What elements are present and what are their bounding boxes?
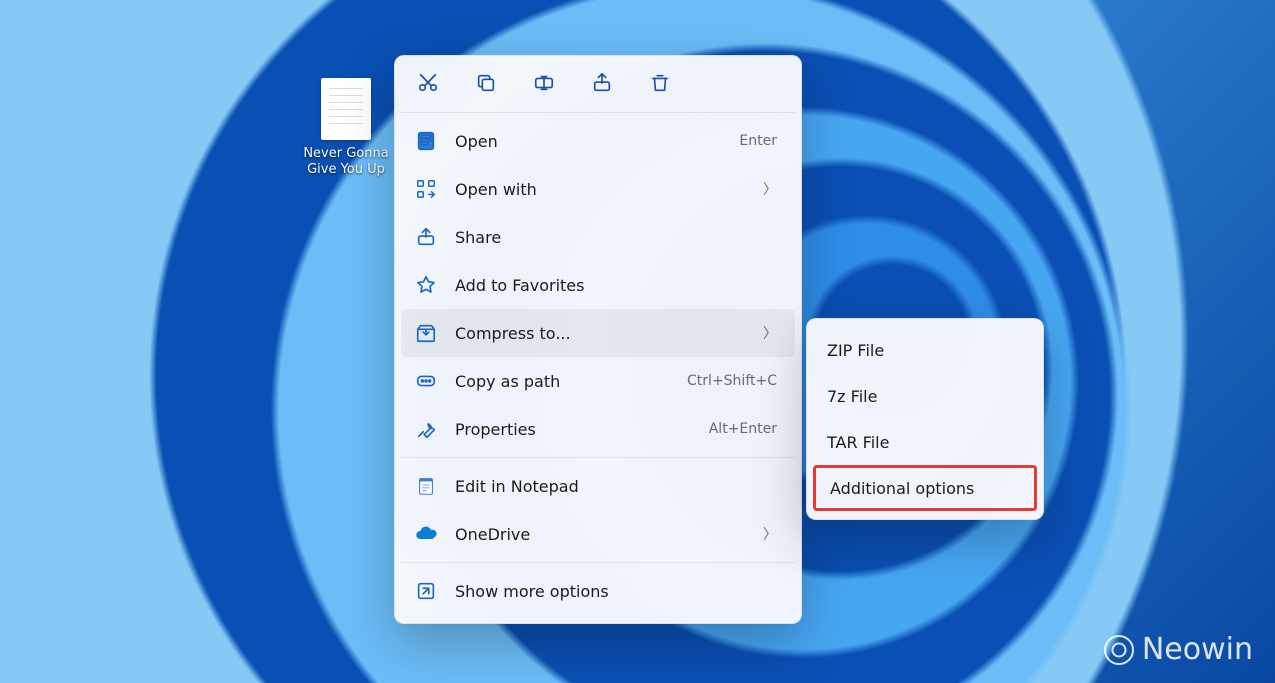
copy-icon bbox=[475, 72, 497, 94]
menu-open[interactable]: Open Enter bbox=[401, 117, 795, 165]
menu-edit-notepad[interactable]: Edit in Notepad bbox=[401, 462, 795, 510]
copy-button[interactable] bbox=[473, 70, 499, 96]
menu-compress-label: Compress to... bbox=[455, 324, 755, 343]
menu-onedrive-label: OneDrive bbox=[455, 525, 755, 544]
chevron-right-icon: 〉 bbox=[763, 179, 777, 199]
menu-copy-path-shortcut: Ctrl+Shift+C bbox=[687, 373, 777, 389]
compress-icon bbox=[413, 320, 439, 346]
menu-properties[interactable]: Properties Alt+Enter bbox=[401, 405, 795, 453]
submenu-zip[interactable]: ZIP File bbox=[813, 327, 1037, 373]
menu-open-label: Open bbox=[455, 132, 739, 151]
share-icon bbox=[591, 72, 613, 94]
menu-show-more[interactable]: Show more options bbox=[401, 567, 795, 615]
notepad-icon bbox=[413, 473, 439, 499]
menu-open-with[interactable]: Open with 〉 bbox=[401, 165, 795, 213]
submenu-7z-label: 7z File bbox=[827, 387, 1023, 406]
share-button[interactable] bbox=[589, 70, 615, 96]
menu-compress[interactable]: Compress to... 〉 bbox=[401, 309, 795, 357]
menu-properties-label: Properties bbox=[455, 420, 709, 439]
menu-properties-shortcut: Alt+Enter bbox=[709, 421, 777, 437]
onedrive-icon bbox=[413, 521, 439, 547]
submenu-tar-label: TAR File bbox=[827, 433, 1023, 452]
text-file-icon bbox=[321, 78, 371, 140]
cut-button[interactable] bbox=[415, 70, 441, 96]
menu-copy-path-label: Copy as path bbox=[455, 372, 687, 391]
menu-share-label: Share bbox=[455, 228, 777, 247]
menu-show-more-label: Show more options bbox=[455, 582, 777, 601]
submenu-additional-label: Additional options bbox=[830, 479, 1020, 498]
separator bbox=[401, 112, 795, 113]
submenu-zip-label: ZIP File bbox=[827, 341, 1023, 360]
rename-button[interactable] bbox=[531, 70, 557, 96]
submenu-additional-options[interactable]: Additional options bbox=[813, 465, 1037, 511]
menu-copy-path[interactable]: Copy as path Ctrl+Shift+C bbox=[401, 357, 795, 405]
cut-icon bbox=[417, 72, 439, 94]
show-more-icon bbox=[413, 578, 439, 604]
open-icon bbox=[413, 128, 439, 154]
submenu-7z[interactable]: 7z File bbox=[813, 373, 1037, 419]
menu-favorites-label: Add to Favorites bbox=[455, 276, 777, 295]
menu-favorites[interactable]: Add to Favorites bbox=[401, 261, 795, 309]
watermark-text: Neowin bbox=[1142, 632, 1253, 667]
delete-icon bbox=[649, 72, 671, 94]
menu-share[interactable]: Share bbox=[401, 213, 795, 261]
share-menu-icon bbox=[413, 224, 439, 250]
context-menu: Open Enter Open with 〉 Share Add to Favo… bbox=[394, 55, 802, 624]
chevron-right-icon: 〉 bbox=[763, 524, 777, 544]
desktop-file[interactable]: Never Gonna Give You Up bbox=[298, 78, 394, 179]
separator bbox=[401, 562, 795, 563]
star-icon bbox=[413, 272, 439, 298]
menu-onedrive[interactable]: OneDrive 〉 bbox=[401, 510, 795, 558]
compress-submenu: ZIP File 7z File TAR File Additional opt… bbox=[806, 318, 1044, 520]
watermark: Neowin bbox=[1104, 632, 1253, 667]
context-toolbar bbox=[401, 64, 795, 108]
neowin-logo-icon bbox=[1104, 635, 1134, 665]
open-with-icon bbox=[413, 176, 439, 202]
delete-button[interactable] bbox=[647, 70, 673, 96]
menu-open-shortcut: Enter bbox=[739, 133, 777, 149]
menu-open-with-label: Open with bbox=[455, 180, 755, 199]
rename-icon bbox=[533, 72, 555, 94]
chevron-right-icon: 〉 bbox=[763, 323, 777, 343]
desktop-file-label: Never Gonna Give You Up bbox=[298, 146, 394, 179]
wrench-icon bbox=[413, 416, 439, 442]
copy-path-icon bbox=[413, 368, 439, 394]
menu-edit-notepad-label: Edit in Notepad bbox=[455, 477, 777, 496]
submenu-tar[interactable]: TAR File bbox=[813, 419, 1037, 465]
separator bbox=[401, 457, 795, 458]
